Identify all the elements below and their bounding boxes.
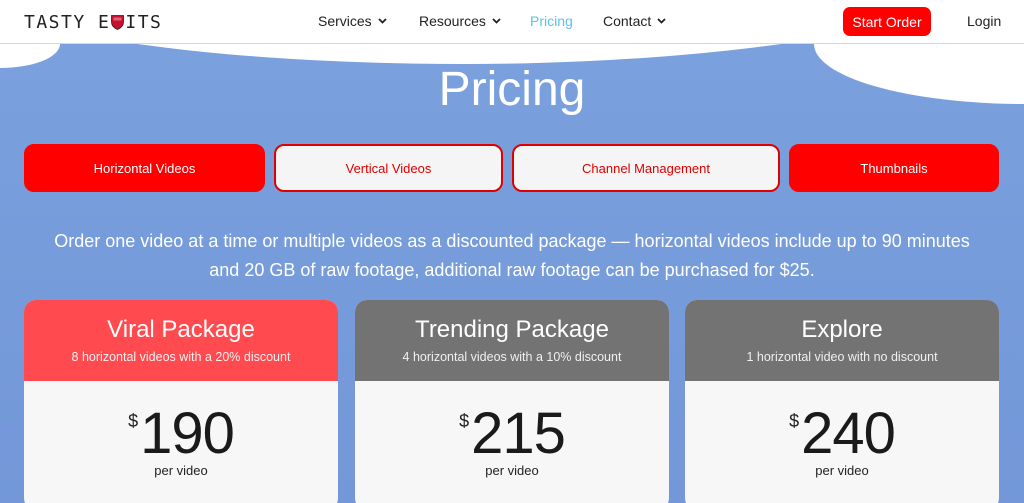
tab-thumbnails[interactable]: Thumbnails <box>789 144 999 192</box>
logo-text-left: TASTY E <box>24 11 111 33</box>
top-navbar: TASTY E ITS Services Resources Pricing C… <box>0 0 1024 44</box>
price-unit: per video <box>154 463 208 478</box>
nav-pricing-label: Pricing <box>530 13 573 29</box>
price-unit: per video <box>815 463 869 478</box>
tab-channel-management[interactable]: Channel Management <box>512 144 780 192</box>
currency-symbol: $ <box>459 411 470 431</box>
nav-services-label: Services <box>318 13 372 29</box>
price-amount: 190 <box>140 401 235 466</box>
card-header: Viral Package 8 horizontal videos with a… <box>24 300 338 381</box>
card-body: $ 215 per video <box>355 381 669 503</box>
package-subtitle: 8 horizontal videos with a 20% discount <box>71 350 291 364</box>
nav-resources-label: Resources <box>419 13 486 29</box>
package-name: Trending Package <box>415 316 609 343</box>
pricing-card-viral[interactable]: Viral Package 8 horizontal videos with a… <box>24 300 338 503</box>
package-subtitle: 4 horizontal videos with a 10% discount <box>402 350 622 364</box>
chevron-down-icon <box>492 18 501 24</box>
nav-resources[interactable]: Resources <box>419 13 501 29</box>
package-name: Explore <box>801 316 883 343</box>
page-title: Pricing <box>438 63 586 116</box>
card-body: $ 240 per video <box>685 381 999 503</box>
card-header: Trending Package 4 horizontal videos wit… <box>355 300 669 381</box>
price: $ 190 <box>24 405 338 463</box>
nav-contact[interactable]: Contact <box>603 13 666 29</box>
card-body: $ 190 per video <box>24 381 338 503</box>
logo-shield-icon <box>111 14 125 30</box>
pricing-card-trending[interactable]: Trending Package 4 horizontal videos wit… <box>355 300 669 503</box>
currency-symbol: $ <box>128 411 139 431</box>
logo-text-right: ITS <box>125 11 163 33</box>
package-name: Viral Package <box>107 316 255 343</box>
card-header: Explore 1 horizontal video with no disco… <box>685 300 999 381</box>
tab-vertical-videos[interactable]: Vertical Videos <box>274 144 503 192</box>
price: $ 215 <box>355 405 669 463</box>
category-tabs: Horizontal Videos Vertical Videos Channe… <box>0 144 1024 192</box>
login-link[interactable]: Login <box>967 13 1001 29</box>
pricing-description: Order one video at a time or multiple vi… <box>54 231 970 280</box>
chevron-down-icon <box>657 18 666 24</box>
pricing-card-explore[interactable]: Explore 1 horizontal video with no disco… <box>685 300 999 503</box>
site-logo[interactable]: TASTY E ITS <box>24 11 163 33</box>
price-amount: 240 <box>801 401 896 466</box>
price-unit: per video <box>485 463 539 478</box>
package-subtitle: 1 horizontal video with no discount <box>746 350 938 364</box>
currency-symbol: $ <box>789 411 800 431</box>
start-order-button[interactable]: Start Order <box>843 7 931 36</box>
nav-contact-label: Contact <box>603 13 652 29</box>
price: $ 240 <box>685 405 999 463</box>
price-amount: 215 <box>471 401 566 466</box>
nav-pricing[interactable]: Pricing <box>530 13 573 29</box>
nav-services[interactable]: Services <box>318 13 387 29</box>
chevron-down-icon <box>378 18 387 24</box>
tab-horizontal-videos[interactable]: Horizontal Videos <box>24 144 265 192</box>
